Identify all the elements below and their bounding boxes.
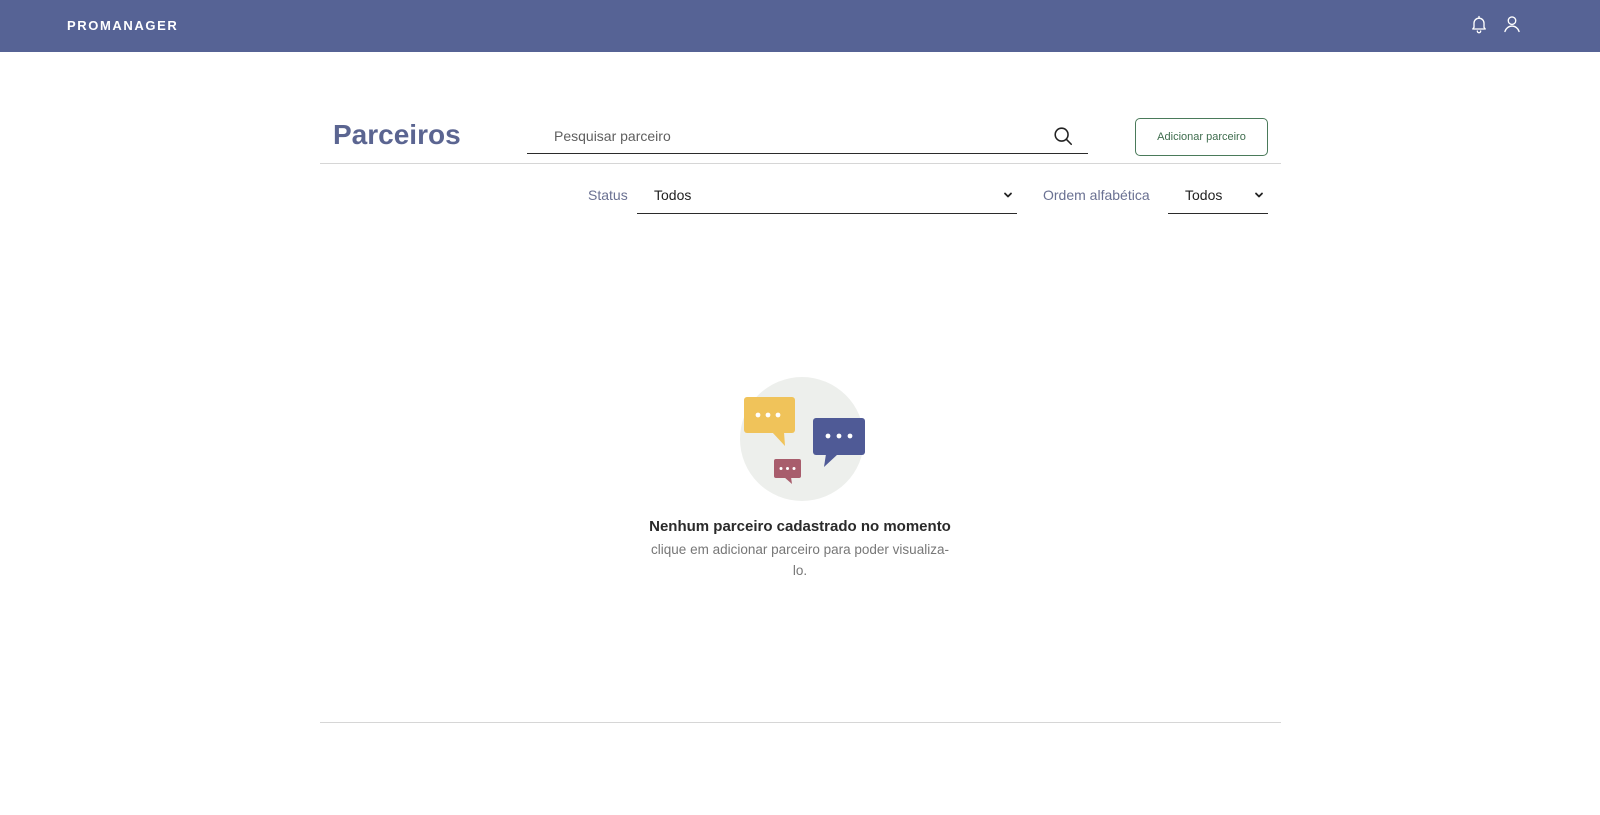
footer-divider <box>320 722 1281 723</box>
header-divider <box>320 163 1281 164</box>
search-input[interactable] <box>527 119 1037 152</box>
search-icon[interactable] <box>1052 125 1074 147</box>
order-filter-label: Ordem alfabética <box>1043 187 1150 203</box>
empty-state-subtitle: clique em adicionar parceiro para poder … <box>651 542 949 578</box>
brand-logo-text[interactable]: PROMANAGER <box>67 18 178 33</box>
empty-state-title: Nenhum parceiro cadastrado no momento <box>649 518 951 535</box>
chat-bubbles-illustration <box>740 377 865 501</box>
add-partner-button[interactable]: Adicionar parceiro <box>1135 118 1268 156</box>
chevron-down-icon <box>1004 192 1012 198</box>
status-filter-label: Status <box>588 187 628 203</box>
page-title: Parceiros <box>333 119 461 150</box>
user-icon[interactable] <box>1501 13 1523 35</box>
bell-icon[interactable] <box>1468 13 1490 35</box>
order-select-value: Todos <box>1185 187 1223 203</box>
chevron-down-icon <box>1255 192 1263 198</box>
search-field <box>527 119 1088 154</box>
status-select-value: Todos <box>654 187 692 203</box>
top-navbar: PROMANAGER <box>0 0 1600 52</box>
status-select[interactable]: Todos <box>637 180 1017 214</box>
order-select[interactable]: Todos <box>1168 180 1268 214</box>
